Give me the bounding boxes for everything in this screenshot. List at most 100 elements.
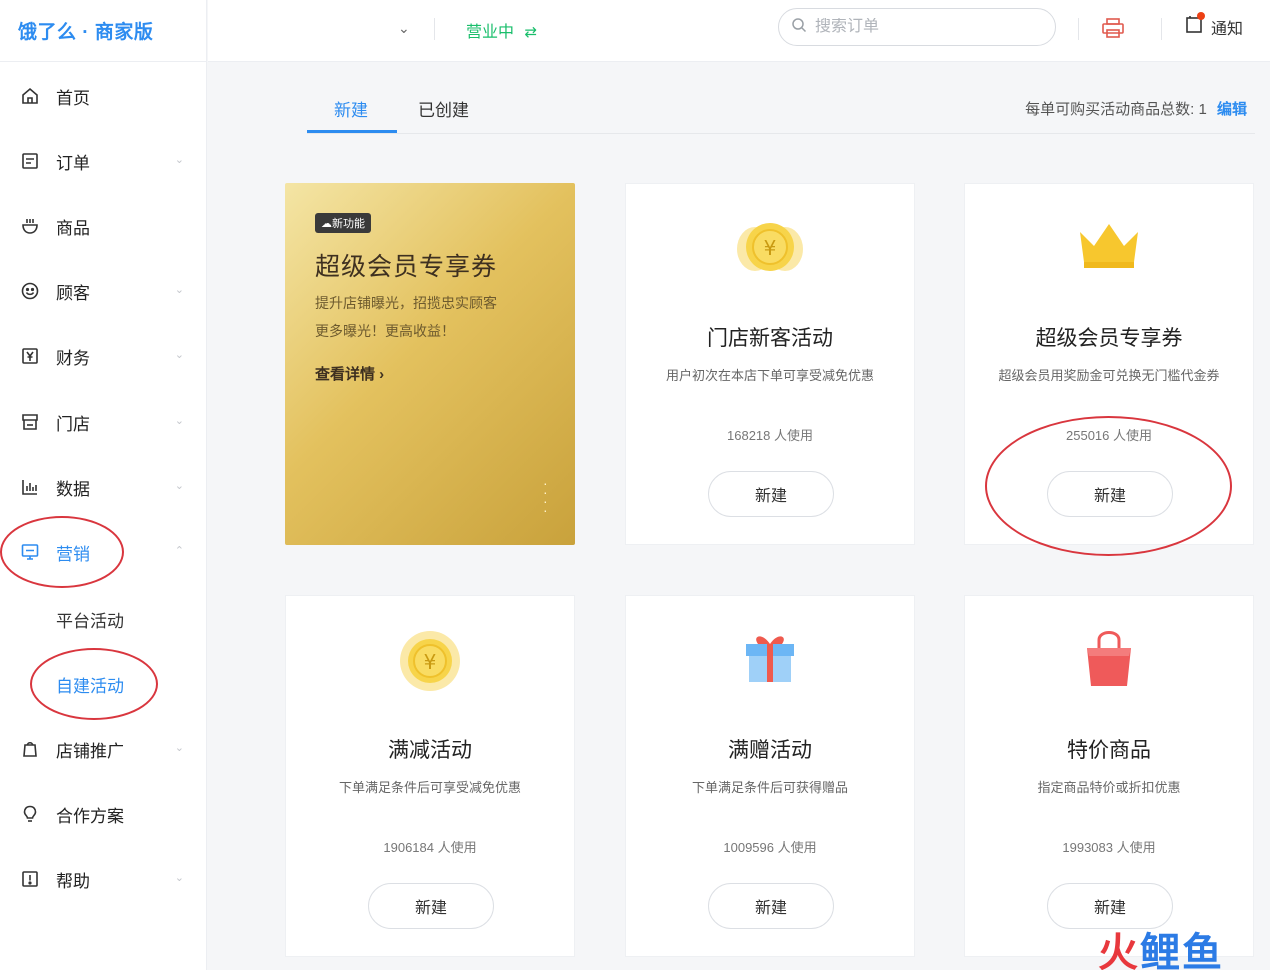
promo-title: 超级会员专享券 [315,253,498,281]
sidebar-item-data[interactable]: 数据 ⌄ [0,467,206,507]
watermark-part-1: 火 [1098,931,1140,970]
card-usage-count: 1993083 人使用 [1062,840,1156,855]
sidebar-item-label: 财务 [56,348,90,368]
sidebar-item-marketing[interactable]: 营销 ⌃ [0,532,206,572]
sidebar-subitem-platform-activity[interactable]: 平台活动 [56,607,124,632]
sidebar-item-orders[interactable]: 订单 ⌄ [0,141,206,181]
shop-icon [18,737,42,761]
card-usage-count: 1009596 人使用 [723,840,817,855]
card-usage-count: 255016 人使用 [1066,428,1152,443]
search-input[interactable] [815,18,1015,36]
chevron-down-icon: ⌄ [174,742,184,754]
sidebar-item-label: 店铺推广 [56,741,124,761]
sidebar-item-label: 合作方案 [56,806,124,826]
sidebar-item-promotion[interactable]: 店铺推广 ⌄ [0,729,206,769]
bell-icon [1185,12,1205,39]
sidebar-item-label: 门店 [56,414,90,434]
card-title: 超级会员专享券 [1035,327,1183,350]
divider [434,18,435,40]
notification-button[interactable]: 通知 [1185,12,1243,39]
activity-card-gift: 满赠活动 下单满足条件后可获得赠品 1009596 人使用 新建 [625,595,915,957]
sidebar-item-store[interactable]: 门店 ⌄ [0,402,206,442]
watermark-logo: 火鲤鱼 [1098,920,1224,970]
sidebar: 饿了么 · 商家版 首页 订单 ⌄ 商品 顾客 ⌄ 财务 ⌄ 门店 ⌄ 数据 ⌄… [0,0,207,970]
chevron-down-icon: ⌄ [174,349,184,361]
top-bar: ⌄ 营业中 ⇄ 通知 [208,0,1270,62]
card-title: 满减活动 [388,739,472,762]
create-gift-activity-button[interactable]: 新建 [708,883,834,929]
svg-text:¥: ¥ [764,236,777,260]
promo-description: 提升店铺曝光，招揽忠实顾客 更多曝光！更高收益！ [315,289,555,345]
brand-logo[interactable]: 饿了么 · 商家版 [0,0,206,62]
tab-created[interactable]: 已创建 [418,96,469,121]
gift-icon [626,626,914,696]
sidebar-item-finance[interactable]: 财务 ⌄ [0,336,206,376]
chevron-down-icon: ⌄ [174,284,184,296]
bar-chart-icon [18,475,42,499]
purchase-limit-text: 每单可购买活动商品总数: 1 [1025,101,1207,118]
activity-card-special-price: 特价商品 指定商品特价或折扣优惠 1993083 人使用 新建 [964,595,1254,957]
sidebar-item-home[interactable]: 首页 [0,76,206,116]
product-icon [18,214,42,238]
divider [1161,18,1162,40]
app-window: 饿了么 · 商家版 首页 订单 ⌄ 商品 顾客 ⌄ 财务 ⌄ 门店 ⌄ 数据 ⌄… [0,0,1270,970]
sidebar-item-label: 帮助 [56,871,90,891]
shopping-bag-icon [965,626,1253,696]
chevron-down-icon: ⌄ [174,415,184,427]
business-status-label: 营业中 [466,24,515,41]
create-new-customer-activity-button[interactable]: 新建 [708,471,834,517]
coin-icon: ¥ [286,626,574,696]
sidebar-item-label: 营销 [56,544,90,564]
watermark-part-2: 鲤鱼 [1140,931,1224,970]
sidebar-item-customers[interactable]: 顾客 ⌄ [0,271,206,311]
card-description: 下单满足条件后可享受减免优惠 [338,780,521,795]
purchase-limit: 每单可购买活动商品总数: 1 编辑 [1025,98,1247,119]
chevron-down-icon: ⌄ [174,872,184,884]
card-description: 用户初次在本店下单可享受减免优惠 [665,368,874,383]
card-title: 满赠活动 [728,739,812,762]
promo-desc-line-2: 更多曝光！更高收益！ [315,323,455,339]
new-feature-badge: ☁新功能 [315,213,371,233]
tab-new[interactable]: 新建 [334,96,368,121]
coin-stack-icon: ¥ [626,214,914,284]
promo-desc-line-1: 提升店铺曝光，招揽忠实顾客 [315,295,497,311]
card-title: 特价商品 [1067,739,1151,762]
more-dots-icon[interactable]: · · · · [543,476,548,517]
promo-banner-card: ☁新功能 超级会员专享券 提升店铺曝光，招揽忠实顾客 更多曝光！更高收益！ 查看… [285,183,575,545]
order-icon [18,149,42,173]
sidebar-subitem-custom-activity[interactable]: 自建活动 [56,672,124,697]
brand-name: 饿了么 · 商家版 [18,22,154,43]
edit-limit-link[interactable]: 编辑 [1217,101,1247,118]
sidebar-item-help[interactable]: 帮助 ⌄ [0,859,206,899]
view-details-link[interactable]: 查看详情 › [315,363,384,384]
chevron-down-icon: ⌄ [174,154,184,166]
divider [1078,18,1079,40]
card-description: 下单满足条件后可获得赠品 [691,780,848,795]
store-icon [18,410,42,434]
switch-arrows-icon: ⇄ [524,24,538,41]
crown-icon [965,214,1253,284]
chevron-down-icon: ⌄ [174,480,184,492]
store-switcher-chevron-icon[interactable]: ⌄ [398,20,410,37]
order-search[interactable] [778,8,1056,46]
svg-text:¥: ¥ [424,650,437,674]
create-discount-activity-button[interactable]: 新建 [368,883,494,929]
sidebar-item-label: 商品 [56,218,90,238]
business-status-toggle[interactable]: 营业中 ⇄ [466,18,537,42]
badge-label: 新功能 [332,218,365,230]
create-super-member-coupon-button[interactable]: 新建 [1047,471,1173,517]
sidebar-item-products[interactable]: 商品 [0,206,206,246]
card-title: 门店新客活动 [707,327,833,350]
sidebar-item-label: 数据 [56,479,90,499]
sidebar-item-partner[interactable]: 合作方案 [0,794,206,834]
sidebar-item-label: 顾客 [56,283,90,303]
chevron-up-icon: ⌃ [174,545,184,557]
tab-bar: 新建 已创建 每单可购买活动商品总数: 1 编辑 [307,68,1255,134]
sidebar-item-label: 订单 [56,153,90,173]
card-usage-count: 1906184 人使用 [383,840,477,855]
activity-card-super-member-coupon: 超级会员专享券 超级会员用奖励金可兑换无门槛代金券 255016 人使用 新建 [964,183,1254,545]
printer-icon[interactable] [1101,17,1125,44]
home-icon [18,84,42,108]
smile-icon [18,279,42,303]
help-icon [18,867,42,891]
